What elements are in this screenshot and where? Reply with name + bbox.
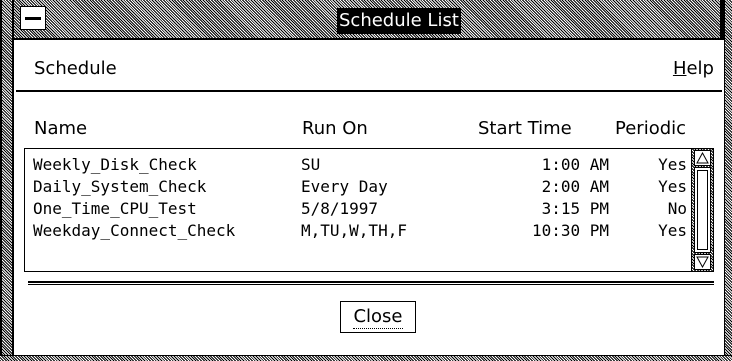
cell-name: Daily_System_Check xyxy=(33,177,207,196)
window-frame-right[interactable] xyxy=(724,0,732,361)
menu-bar: Schedule Help xyxy=(16,48,722,92)
list-item[interactable]: One_Time_CPU_Test 5/8/1997 3:15 PM No xyxy=(25,198,711,220)
cell-periodic: Yes xyxy=(658,155,687,174)
cell-name: Weekday_Connect_Check xyxy=(33,221,236,240)
cell-start-time: 2:00 AM xyxy=(541,177,609,196)
column-header-start-time: Start Time xyxy=(478,118,572,139)
title-bar-edge xyxy=(720,0,724,40)
scroll-down-arrow-icon[interactable] xyxy=(694,254,711,270)
cell-name: One_Time_CPU_Test xyxy=(33,199,197,218)
cell-run-on: SU xyxy=(301,155,321,174)
cell-periodic: No xyxy=(667,199,687,218)
window-frame-bottom[interactable] xyxy=(0,355,732,361)
menu-help-mnemonic: H xyxy=(672,58,687,79)
title-bar[interactable]: Schedule List xyxy=(14,0,724,40)
separator xyxy=(28,281,714,285)
column-header-periodic: Periodic xyxy=(615,118,687,139)
list-item[interactable]: Daily_System_Check Every Day 2:00 AM Yes xyxy=(25,176,711,198)
schedule-list[interactable]: Weekly_Disk_Check SU 1:00 AM Yes Daily_S… xyxy=(24,148,714,272)
close-button-label: Close xyxy=(353,306,403,329)
menu-schedule[interactable]: Schedule xyxy=(34,58,117,80)
column-header-name: Name xyxy=(34,118,88,139)
scrollbar-thumb[interactable] xyxy=(694,167,711,253)
cell-run-on: M,TU,W,TH,F xyxy=(301,221,407,240)
cell-start-time: 1:00 AM xyxy=(541,155,609,174)
list-item[interactable]: Weekly_Disk_Check SU 1:00 AM Yes xyxy=(25,154,711,176)
cell-run-on: Every Day xyxy=(301,177,388,196)
vertical-scrollbar[interactable] xyxy=(691,149,713,271)
cell-run-on: 5/8/1997 xyxy=(301,199,379,218)
list-item[interactable]: Weekday_Connect_Check M,TU,W,TH,F 10:30 … xyxy=(25,220,711,242)
close-button[interactable]: Close xyxy=(340,301,416,333)
menu-help-label: elp xyxy=(686,58,714,79)
cell-periodic: Yes xyxy=(658,221,687,240)
cell-start-time: 3:15 PM xyxy=(541,199,609,218)
window-title: Schedule List xyxy=(337,8,461,34)
cell-periodic: Yes xyxy=(658,177,687,196)
menu-help[interactable]: Help xyxy=(673,58,714,80)
cell-name: Weekly_Disk_Check xyxy=(33,155,197,174)
schedule-list-window: Schedule List Schedule Help Name Run On … xyxy=(0,0,732,361)
column-header-run-on: Run On xyxy=(302,118,368,139)
cell-start-time: 10:30 PM xyxy=(531,221,609,240)
window-menu-icon[interactable] xyxy=(20,6,46,30)
window-frame-left[interactable] xyxy=(0,0,14,361)
scroll-up-arrow-icon[interactable] xyxy=(694,150,711,166)
